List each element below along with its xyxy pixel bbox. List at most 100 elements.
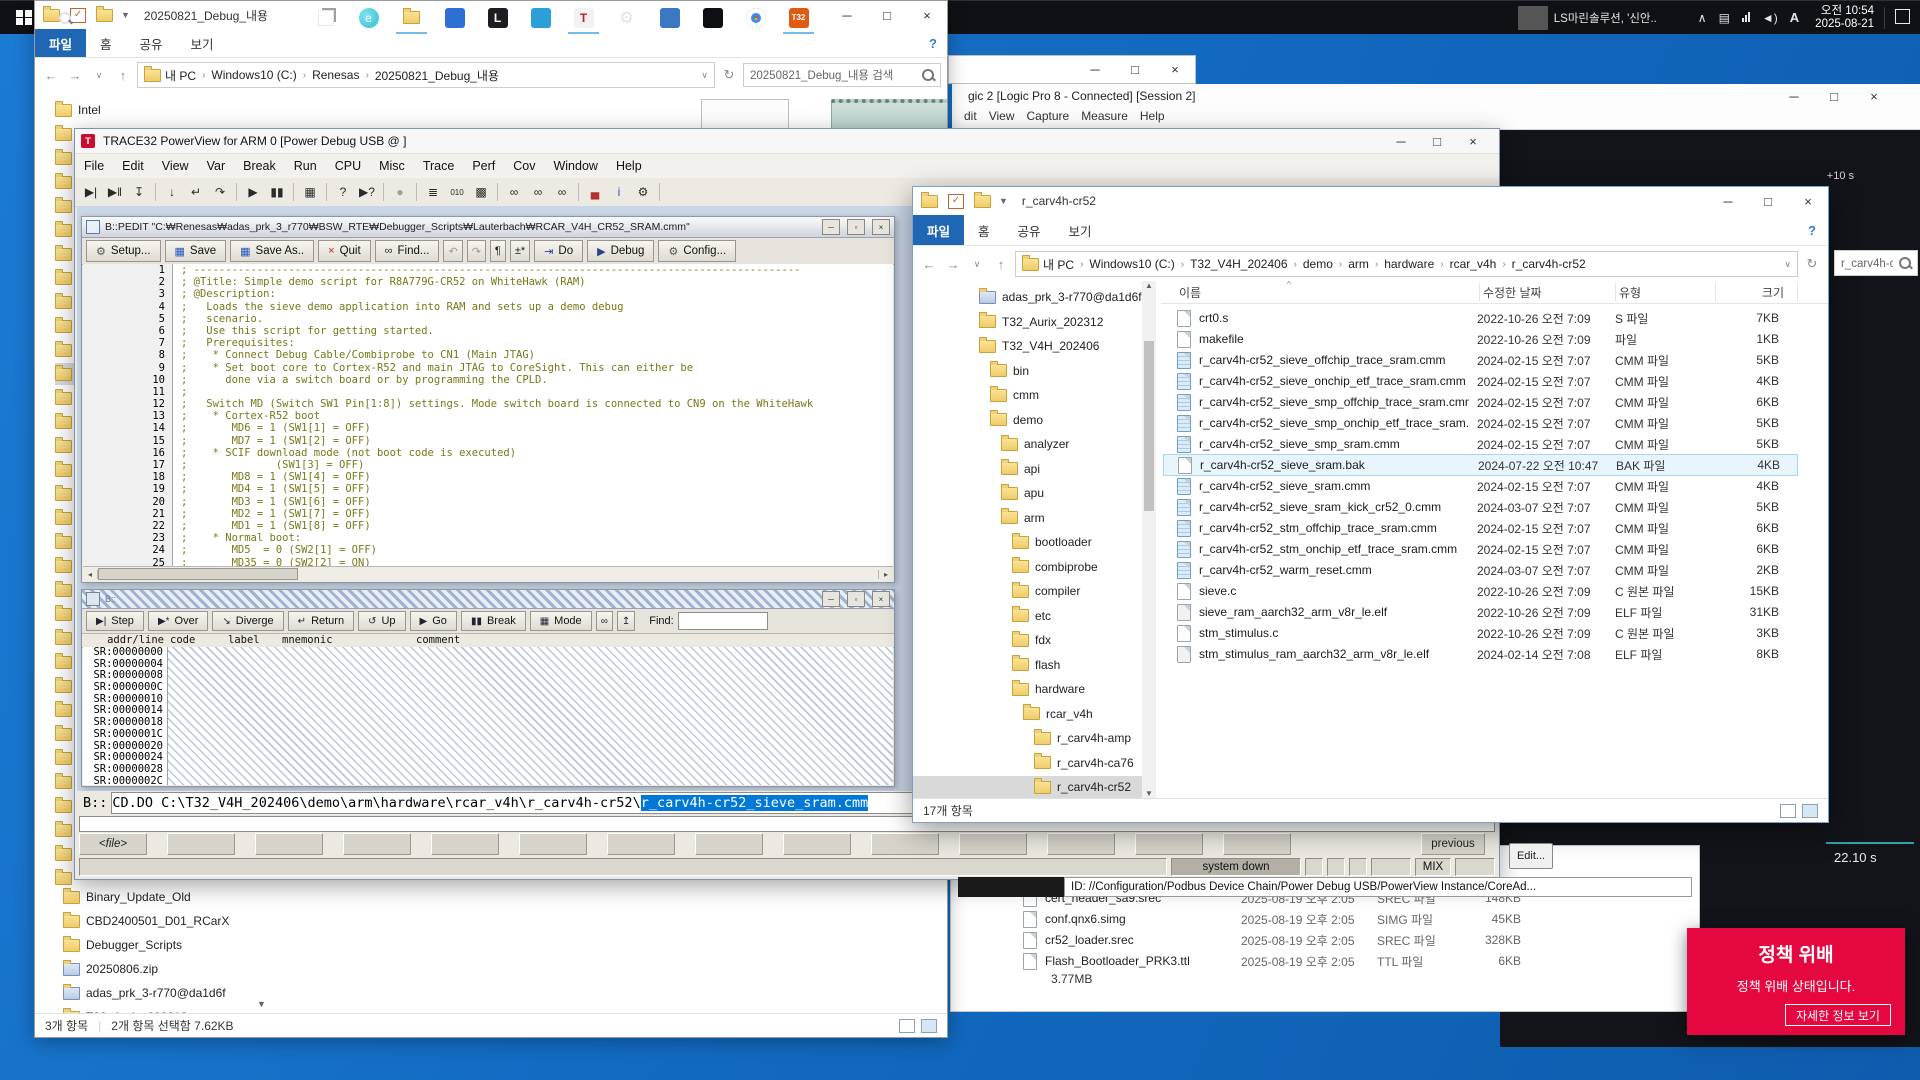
step-into-icon[interactable]: ▶| [80,181,102,203]
ribbon-tab-2[interactable]: 공유 [126,29,177,57]
tree-item-arm[interactable]: arm [913,507,1142,529]
menu-cov[interactable]: Cov [504,159,544,173]
stop-icon[interactable]: ● [389,181,411,203]
tree-item-analyzer[interactable]: analyzer [913,433,1142,455]
menu-misc[interactable]: Misc [370,159,414,173]
maximize-icon[interactable]: □ [1419,129,1455,153]
refresh-icon[interactable]: ↻ [719,67,739,83]
pedit-button-[interactable]: ¶ [490,240,506,262]
softkey-blank[interactable] [431,833,499,855]
softkey-blank[interactable] [695,833,763,855]
taskbar-app-app-blue[interactable] [433,1,476,34]
tree-item-rcar_v4h[interactable]: rcar_v4h [913,703,1142,725]
close-icon[interactable]: × [1788,187,1828,215]
tree-item-binary_update_old[interactable]: Binary_Update_Old [63,886,191,908]
softkey-blank[interactable] [1135,833,1203,855]
tree-scroll-down-icon[interactable]: ▼ [257,999,266,1009]
tree-item-bin[interactable]: bin [913,360,1142,382]
thumbnail-view-icon[interactable] [921,1019,937,1033]
list-button-go[interactable]: ▶Go [410,611,457,631]
list-body[interactable]: SR:00000000SR:00000004SR:00000008SR:0000… [83,647,893,785]
list-view-icon[interactable] [899,1019,915,1033]
list-button-mode[interactable]: ▦Mode [530,611,592,631]
quick-access-check-icon[interactable]: ✓ [70,8,86,23]
breakpoints-icon[interactable]: ▄ [584,181,606,203]
tree-item-flash[interactable]: flash [913,654,1142,676]
pedit-button-quit[interactable]: ×Quit [318,240,371,262]
search-input[interactable]: 20250821_Debug_내용 검색 [743,63,941,87]
minimize-icon[interactable]: ─ [822,591,840,607]
menu-edit[interactable]: Edit [113,159,153,173]
menu-perf[interactable]: Perf [463,159,504,173]
column-header-mnemonic[interactable]: mnemonic [282,634,333,646]
minimize-icon[interactable]: ─ [1383,129,1419,153]
softkey-blank[interactable] [1223,833,1291,855]
peripherals-icon[interactable]: ▩ [470,181,492,203]
breadcrumb-segment[interactable]: arm [1348,257,1369,271]
menu-file[interactable]: File [75,159,113,173]
pedit-button-[interactable]: ↷ [467,240,486,262]
logic-menu-dit[interactable]: dit [964,109,989,123]
pedit-button-debug[interactable]: ▶Debug [587,240,654,262]
find-input[interactable] [678,612,768,630]
list-button-return[interactable]: ↵Return [288,611,354,631]
help-icon[interactable]: ? [332,181,354,203]
search-input[interactable]: r_carv4h-cr52 검색 [1834,250,1918,276]
logic-menu-capture[interactable]: Capture [1026,109,1081,123]
pedit-button-do[interactable]: ⇥Do [534,240,583,262]
ribbon-tab-1[interactable]: 홈 [86,29,126,57]
file-row[interactable]: r_carv4h-cr52_stm_onchip_etf_trace_sram.… [1163,539,1798,559]
list-button-diverge[interactable]: ↘Diverge [212,611,283,631]
column-header-code[interactable]: code [170,634,195,646]
breadcrumb-segment[interactable]: hardware [1384,257,1434,271]
step-over-icon[interactable]: ▶‖ [104,181,126,203]
taskbar-app-app-monitor[interactable] [648,1,691,34]
ribbon-tab-3[interactable]: 보기 [1055,215,1106,245]
column-header-1[interactable]: 수정한 날짜 [1483,284,1542,301]
close-icon[interactable]: × [907,1,947,29]
up-icon[interactable]: ↑ [113,68,133,83]
column-header-0[interactable]: 이름 [1179,284,1201,301]
down-icon[interactable]: ↓ [161,181,183,203]
close-icon[interactable]: × [1155,56,1195,83]
list-button-over[interactable]: ▶*Over [148,611,208,631]
recent-dropdown-icon[interactable]: ∨ [89,70,109,81]
close-icon[interactable]: × [872,591,890,607]
tree-item-apu[interactable]: apu [913,482,1142,504]
maximize-icon[interactable]: □ [1115,56,1155,83]
scroll-left-icon[interactable]: ◂ [83,570,98,579]
maximize-icon[interactable]: ▫ [847,219,865,235]
breadcrumb-segment[interactable]: Windows10 (C:) [1089,257,1174,271]
close-icon[interactable]: × [872,219,890,235]
file-thumbnail-page[interactable] [701,99,789,131]
step-out-icon[interactable]: ↧ [128,181,150,203]
scroll-thumb[interactable] [98,568,298,580]
pedit-button-[interactable]: ±* [510,240,530,262]
file-row[interactable]: crt0.s2022-10-26 오전 7:09S 파일7KB [1163,308,1798,328]
taskbar-app-edge[interactable]: e [347,1,390,34]
list-button-icon[interactable]: ↥ [617,611,635,631]
tree-item-demo[interactable]: demo [913,409,1142,431]
notification-center-icon[interactable] [1895,9,1910,27]
tree-item-r_carv4h-cr52[interactable]: r_carv4h-cr52 [913,776,1142,798]
breadcrumb-segment[interactable]: 내 PC [1043,256,1074,273]
menu-run[interactable]: Run [285,159,326,173]
tree-item-etc[interactable]: etc [913,605,1142,627]
softkey-blank[interactable] [959,833,1027,855]
recent-dropdown-icon[interactable]: ∨ [967,259,987,270]
quick-access-dropdown-icon[interactable]: ▼ [121,10,130,20]
minimize-icon[interactable]: ─ [1075,56,1115,83]
tree-item-bootloader[interactable]: bootloader [913,531,1142,553]
menu-var[interactable]: Var [198,159,235,173]
quick-access-folder-icon[interactable] [96,9,113,22]
softkey-blank[interactable] [343,833,411,855]
pedit-button-config[interactable]: ⚙Config... [658,240,736,262]
network-icon[interactable] [1742,11,1750,25]
list-titlebar[interactable]: B:: ─ ▫ × [82,590,894,609]
file-row[interactable]: r_carv4h-cr52_sieve_onchip_etf_trace_sra… [1163,371,1798,391]
breadcrumb-segment[interactable]: 20250821_Debug_내용 [375,67,499,84]
list-icon[interactable]: ≣ [422,181,444,203]
back-icon[interactable]: ← [41,68,61,83]
tree-item-intel[interactable]: Intel [55,99,101,121]
clock[interactable]: 오전 10:54 2025-08-21 [1815,5,1874,31]
